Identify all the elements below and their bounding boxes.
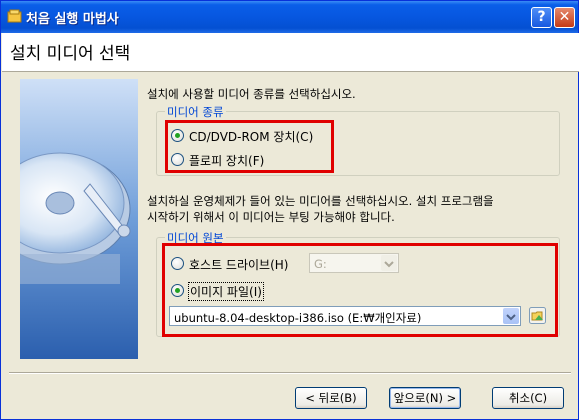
next-button[interactable]: 앞으로(N) > — [389, 387, 461, 409]
description-line-1: 설치하실 운영체제가 들어 있는 미디어를 선택하십시오. 설치 프로그램을 — [147, 194, 494, 208]
instruction-text: 설치에 사용할 미디어 종류를 선택하십시오. — [147, 87, 356, 101]
wizard-window: 처음 실행 마법사 ? ✕ 설치 미디어 선택 설치에 사용할 미디어 종류를 … — [0, 0, 579, 420]
page-header: 설치 미디어 선택 — [2, 33, 579, 72]
help-button[interactable]: ? — [531, 7, 552, 28]
highlight-box-media-source — [162, 243, 558, 337]
button-separator — [9, 372, 571, 374]
back-button[interactable]: < 뒤로(B) — [295, 387, 367, 409]
highlight-box-media-type — [165, 120, 334, 173]
title-bar[interactable]: 처음 실행 마법사 ? ✕ — [1, 1, 578, 33]
hard-disk-illustration — [20, 79, 138, 359]
media-type-legend: 미디어 종류 — [165, 104, 226, 120]
page-title: 설치 미디어 선택 — [10, 44, 131, 64]
window-title: 처음 실행 마법사 — [26, 12, 119, 27]
description-line-2: 시작하기 위해서 이 미디어는 부팅 가능해야 합니다. — [147, 210, 395, 224]
virtualbox-app-icon — [7, 9, 22, 23]
cancel-button[interactable]: 취소(C) — [492, 387, 564, 409]
close-button[interactable]: ✕ — [554, 7, 575, 28]
